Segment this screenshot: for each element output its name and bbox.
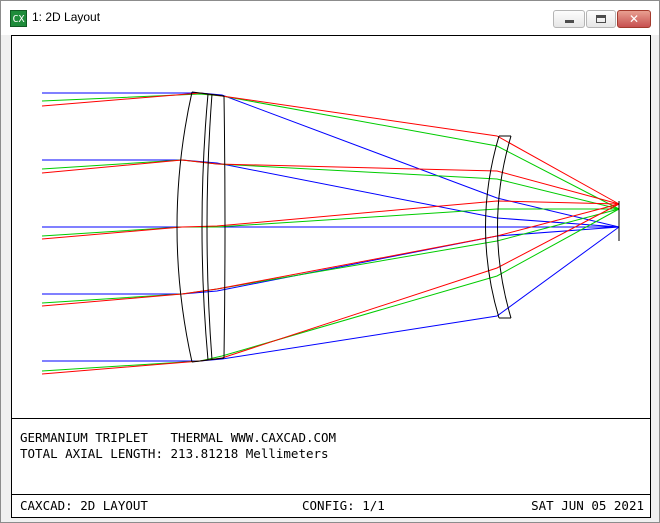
title-bar[interactable]: CX 1: 2D Layout ✕ (1, 1, 659, 35)
status-app-mode: CAXCAD: 2D LAYOUT (20, 498, 148, 513)
layout-canvas[interactable]: GERMANIUM TRIPLET THERMAL WWW.CAXCAD.COM… (11, 35, 651, 518)
close-icon: ✕ (628, 12, 640, 26)
ray-red (41, 159, 620, 205)
app-icon: CX (10, 10, 27, 27)
window-title: 1: 2D Layout (32, 10, 101, 24)
axial-length: TOTAL AXIAL LENGTH: 213.81218 Mellimeter… (20, 446, 329, 461)
ray-green (41, 93, 620, 210)
info-panel: GERMANIUM TRIPLET THERMAL WWW.CAXCAD.COM… (12, 418, 650, 495)
status-date: SAT JUN 05 2021 (531, 498, 644, 513)
lens-title: GERMANIUM TRIPLET THERMAL WWW.CAXCAD.COM (20, 430, 337, 445)
status-config: CONFIG: 1/1 (302, 498, 385, 513)
optical-layout-drawing (41, 91, 620, 375)
status-bar: CAXCAD: 2D LAYOUT CONFIG: 1/1 SAT JUN 05… (12, 495, 650, 517)
minimize-icon (565, 20, 574, 23)
minimize-button[interactable] (553, 10, 585, 28)
ray-red (41, 203, 620, 375)
maximize-icon (596, 15, 606, 23)
ray-blue (42, 226, 620, 295)
layout-window: CX 1: 2D Layout ✕ GERMANIUM TRIPLET THER… (0, 0, 660, 523)
maximize-button[interactable] (586, 10, 616, 28)
close-button[interactable]: ✕ (617, 10, 651, 28)
